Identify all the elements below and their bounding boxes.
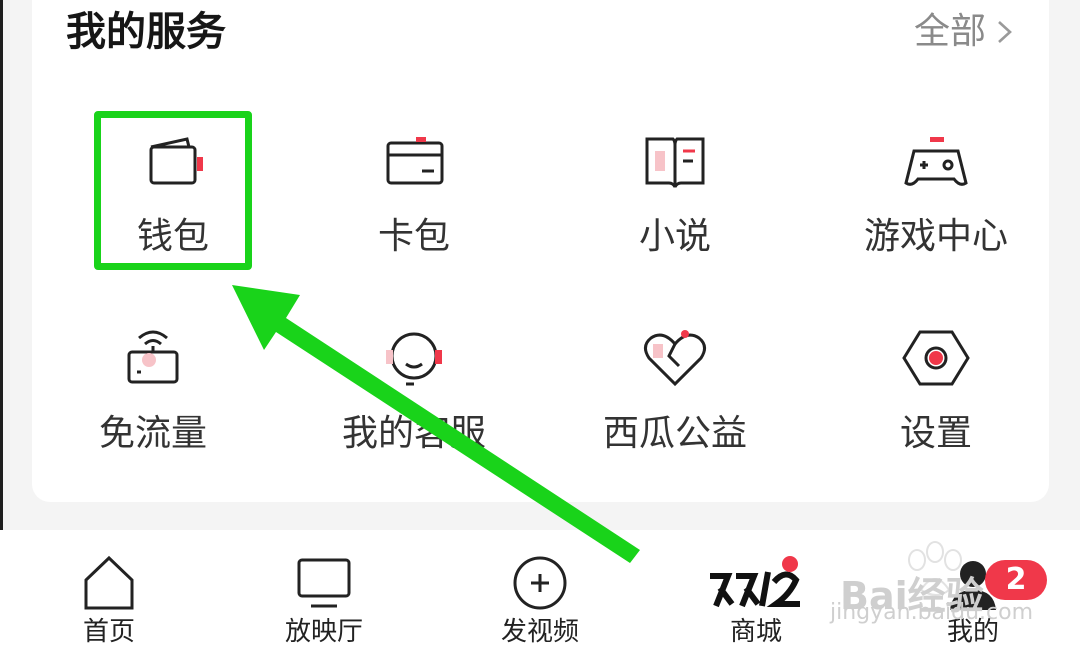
service-label: 免流量 [98,413,207,454]
section-title: 我的服务 [66,9,226,55]
nav-label: 首页 [82,617,135,647]
service-customer-service[interactable]: 我的客服 [304,312,524,462]
tv-icon [297,558,351,608]
nav-item-home[interactable]: 首页 [29,530,189,653]
nav-item-theater[interactable]: 放映厅 [244,530,404,653]
nav-label: 发视频 [500,617,579,647]
nav-label: 商城 [729,617,782,647]
double12-logo [710,556,800,608]
view-all-link[interactable]: 全部 [914,10,1014,54]
wallet-icon [149,137,203,185]
service-novel[interactable]: 小说 [565,115,785,265]
service-label: 游戏中心 [863,216,1008,257]
watermark-url: jingyan.baidu.com [830,600,1034,625]
hex-nut-settings-icon [902,330,970,386]
service-game-center[interactable]: 游戏中心 [826,115,1046,265]
book-icon [645,137,705,188]
nav-item-post-video[interactable]: 发视频 [460,530,620,653]
gamepad-icon [904,137,968,186]
router-wifi-icon [127,330,179,384]
service-label: 卡包 [377,216,450,257]
service-label: 设置 [899,413,972,454]
nav-item-mall[interactable]: 商城 [676,530,836,653]
left-edge [0,0,3,530]
service-free-data[interactable]: 免流量 [43,312,263,462]
chevron-right-icon [998,21,1012,43]
service-wallet[interactable]: 钱包 [63,115,283,265]
service-xigua-charity[interactable]: 西瓜公益 [565,312,785,462]
view-all-label: 全部 [913,11,986,52]
service-label: 小说 [638,216,711,257]
service-label: 西瓜公益 [602,413,747,454]
heart-icon [644,330,706,387]
headset-icon [386,332,442,386]
card-wallet-icon [386,137,444,185]
service-label: 钱包 [136,216,209,257]
plus-circle-icon [513,556,567,610]
service-label: 我的客服 [341,413,486,454]
home-icon [84,555,134,610]
nav-label: 放映厅 [284,617,363,647]
service-settings[interactable]: 设置 [826,312,1046,462]
service-card-wallet[interactable]: 卡包 [304,115,524,265]
